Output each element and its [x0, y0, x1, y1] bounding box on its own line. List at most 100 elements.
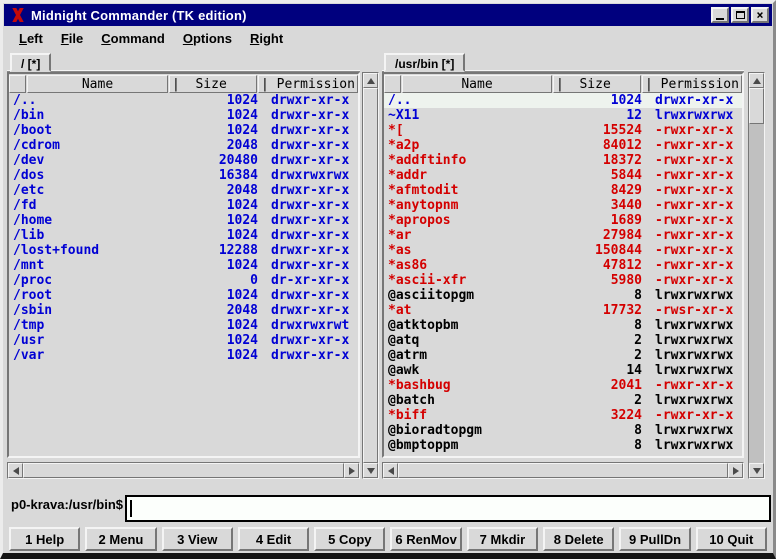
file-row[interactable]: @bmptoppm8lrwxrwxrwx	[384, 438, 742, 453]
column-header-permission[interactable]: | Permission	[642, 75, 742, 93]
scroll-left-button[interactable]	[383, 463, 398, 478]
menu-right[interactable]: Right	[241, 28, 292, 49]
file-row[interactable]: @awk14lrwxrwxrwx	[384, 363, 742, 378]
menu-options[interactable]: Options	[174, 28, 241, 49]
file-row[interactable]: *apropos1689-rwxr-xr-x	[384, 213, 742, 228]
f4-edit-button[interactable]: 4 Edit	[238, 527, 309, 551]
file-name: @batch	[384, 393, 556, 408]
file-row[interactable]: *addftinfo18372-rwxr-xr-x	[384, 153, 742, 168]
file-row[interactable]: /dev20480drwxr-xr-x	[9, 153, 358, 168]
file-row[interactable]: *addr5844-rwxr-xr-x	[384, 168, 742, 183]
scroll-right-button[interactable]	[344, 463, 359, 478]
file-row[interactable]: /proc0dr-xr-xr-x	[9, 273, 358, 288]
file-row[interactable]: /usr1024drwxr-xr-x	[9, 333, 358, 348]
file-row[interactable]: /cdrom2048drwxr-xr-x	[9, 138, 358, 153]
file-perm: drwxr-xr-x	[258, 303, 358, 318]
file-row[interactable]: /home1024drwxr-xr-x	[9, 213, 358, 228]
column-header-name[interactable]: Name	[27, 75, 168, 93]
file-row[interactable]: /..1024drwxr-xr-x	[384, 93, 742, 108]
column-header-blank[interactable]	[384, 75, 401, 93]
file-row[interactable]: /dos16384drwxrwxrwx	[9, 168, 358, 183]
file-row[interactable]: @atq2lrwxrwxrwx	[384, 333, 742, 348]
file-row[interactable]: *at17732-rwsr-xr-x	[384, 303, 742, 318]
scrollbar-track[interactable]	[23, 463, 344, 478]
command-input[interactable]	[125, 495, 771, 522]
file-row[interactable]: *bashbug2041-rwxr-xr-x	[384, 378, 742, 393]
column-header-name[interactable]: Name	[402, 75, 552, 93]
scrollbar-thumb[interactable]	[23, 463, 344, 478]
column-header-size[interactable]: | Size	[169, 75, 257, 93]
menu-command[interactable]: Command	[92, 28, 174, 49]
title-bar[interactable]: Midnight Commander (TK edition) ×	[4, 4, 772, 26]
f5-copy-button[interactable]: 5 Copy	[314, 527, 385, 551]
file-perm: drwxr-xr-x	[642, 93, 742, 108]
file-row[interactable]: /..1024drwxr-xr-x	[9, 93, 358, 108]
file-size: 1024	[172, 213, 258, 228]
file-row[interactable]: *as8647812-rwxr-xr-x	[384, 258, 742, 273]
menu-left[interactable]: Left	[10, 28, 52, 49]
f6-renmov-button[interactable]: 6 RenMov	[390, 527, 461, 551]
scrollbar-thumb[interactable]	[749, 88, 764, 124]
scrollbar-track[interactable]	[363, 88, 378, 463]
file-row[interactable]: *anytopnm3440-rwxr-xr-x	[384, 198, 742, 213]
file-row[interactable]: *ascii-xfr5980-rwxr-xr-x	[384, 273, 742, 288]
right-panel-tab[interactable]: /usr/bin [*]	[384, 53, 465, 72]
column-header-size[interactable]: | Size	[553, 75, 641, 93]
left-panel-tab[interactable]: / [*]	[10, 53, 51, 72]
scrollbar-thumb[interactable]	[363, 88, 378, 463]
right-panel-vertical-scrollbar[interactable]	[748, 72, 765, 479]
file-row[interactable]: *biff3224-rwxr-xr-x	[384, 408, 742, 423]
left-panel-horizontal-scrollbar[interactable]	[7, 462, 360, 479]
file-row[interactable]: @atktopbm8lrwxrwxrwx	[384, 318, 742, 333]
maximize-button[interactable]	[731, 7, 749, 23]
file-row[interactable]: /boot1024drwxr-xr-x	[9, 123, 358, 138]
file-row[interactable]: /lib1024drwxr-xr-x	[9, 228, 358, 243]
file-name: /tmp	[9, 318, 172, 333]
file-row[interactable]: @asciitopgm8lrwxrwxrwx	[384, 288, 742, 303]
f3-view-button[interactable]: 3 View	[162, 527, 233, 551]
file-row[interactable]: *a2p84012-rwxr-xr-x	[384, 138, 742, 153]
file-row[interactable]: /fd1024drwxr-xr-x	[9, 198, 358, 213]
file-row[interactable]: /var1024drwxr-xr-x	[9, 348, 358, 363]
file-row[interactable]: /root1024drwxr-xr-x	[9, 288, 358, 303]
file-row[interactable]: *afmtodit8429-rwxr-xr-x	[384, 183, 742, 198]
f1-help-button[interactable]: 1 Help	[9, 527, 80, 551]
file-row[interactable]: @bioradtopgm8lrwxrwxrwx	[384, 423, 742, 438]
file-row[interactable]: @atrm2lrwxrwxrwx	[384, 348, 742, 363]
file-row[interactable]: *[15524-rwxr-xr-x	[384, 123, 742, 138]
scrollbar-track[interactable]	[398, 463, 728, 478]
right-panel-horizontal-scrollbar[interactable]	[382, 462, 744, 479]
file-row[interactable]: /lost+found12288drwxr-xr-x	[9, 243, 358, 258]
scroll-left-button[interactable]	[8, 463, 23, 478]
file-size: 12288	[172, 243, 258, 258]
f10-quit-button[interactable]: 10 Quit	[696, 527, 767, 551]
file-row[interactable]: *ar27984-rwxr-xr-x	[384, 228, 742, 243]
file-size: 1024	[172, 123, 258, 138]
file-row[interactable]: @batch2lrwxrwxrwx	[384, 393, 742, 408]
f9-pulldn-button[interactable]: 9 PullDn	[619, 527, 690, 551]
close-button[interactable]: ×	[751, 7, 769, 23]
scroll-up-button[interactable]	[363, 73, 378, 88]
scrollbar-thumb[interactable]	[398, 463, 728, 478]
column-header-blank[interactable]	[9, 75, 26, 93]
file-row[interactable]: /mnt1024drwxr-xr-x	[9, 258, 358, 273]
menu-file[interactable]: File	[52, 28, 92, 49]
scrollbar-track[interactable]	[749, 88, 764, 463]
file-row[interactable]: /sbin2048drwxr-xr-x	[9, 303, 358, 318]
scroll-up-button[interactable]	[749, 73, 764, 88]
file-row[interactable]: *as150844-rwxr-xr-x	[384, 243, 742, 258]
minimize-button[interactable]	[711, 7, 729, 23]
file-perm: drwxr-xr-x	[258, 288, 358, 303]
file-row[interactable]: /tmp1024drwxrwxrwt	[9, 318, 358, 333]
column-header-permission[interactable]: | Permission	[258, 75, 358, 93]
scroll-right-button[interactable]	[728, 463, 743, 478]
file-row[interactable]: /bin1024drwxr-xr-x	[9, 108, 358, 123]
file-row[interactable]: /etc2048drwxr-xr-x	[9, 183, 358, 198]
scroll-down-button[interactable]	[749, 463, 764, 478]
file-row[interactable]: ~X1112lrwxrwxrwx	[384, 108, 742, 123]
f2-menu-button[interactable]: 2 Menu	[85, 527, 156, 551]
left-panel-vertical-scrollbar[interactable]	[362, 72, 379, 479]
f8-delete-button[interactable]: 8 Delete	[543, 527, 614, 551]
f7-mkdir-button[interactable]: 7 Mkdir	[467, 527, 538, 551]
scroll-down-button[interactable]	[363, 463, 378, 478]
